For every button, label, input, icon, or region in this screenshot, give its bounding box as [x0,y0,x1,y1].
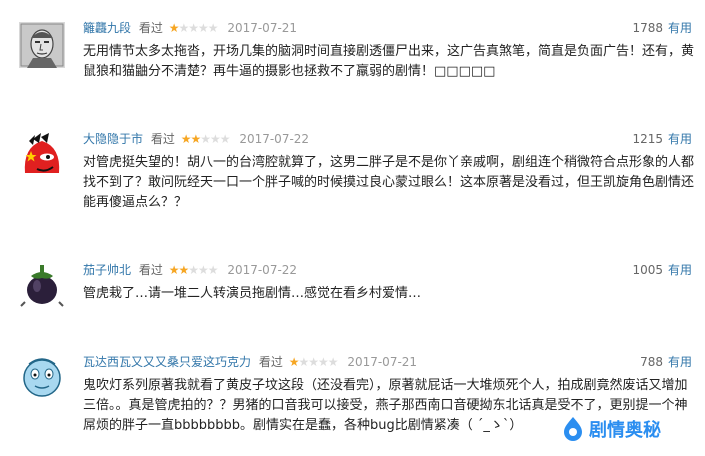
review-item: 籬龘九段 看过 ★★★★★ 2017-07-21 1788 有用 无用情节太多太拖… [0,20,705,106]
username-link[interactable]: 瓦达西瓦又又又桑只爱这巧克力 [83,355,251,369]
review-date: 2017-07-21 [347,355,418,369]
rating-stars: ★★★★★ [180,132,231,146]
review-text: 对管虎挺失望的！胡八一的台湾腔就算了，这男二胖子是不是你丫亲戚啊，剧组连个稍微符… [83,155,695,210]
username-link[interactable]: 大隐隐于市 [83,132,143,146]
votes-area: 1215 有用 [632,131,692,147]
useful-button[interactable]: 有用 [668,263,692,277]
avatar-eggplant-icon [19,262,65,308]
vote-count: 788 [640,355,663,369]
avatar[interactable] [19,262,65,308]
watched-label: 看过 [258,355,283,369]
watermark-logo-icon [564,417,582,441]
watermark: 剧情奥秘 [563,414,703,444]
avatar-cartoon-face-icon [19,354,65,400]
review-date: 2017-07-22 [227,263,298,277]
avatar[interactable] [19,22,65,68]
review-item: 茄子帅北 看过 ★★★★★ 2017-07-22 1005 有用 管虎栽了…请一堆… [0,262,705,332]
review-date: 2017-07-21 [227,21,298,35]
watermark-text: 剧情奥秘 [589,420,661,441]
watched-label: 看过 [138,263,163,277]
rating-stars: ★★★★★ [168,263,219,277]
votes-area: 788 有用 [640,354,692,370]
review-header: 籬龘九段 看过 ★★★★★ 2017-07-21 [83,20,297,36]
vote-count: 1005 [632,263,663,277]
votes-area: 1788 有用 [632,20,692,36]
review-text: 管虎栽了…请一堆二人转演员拖剧情…感觉在看乡村爱情… [83,286,422,301]
votes-area: 1005 有用 [632,262,692,278]
rating-stars: ★★★★★ [288,355,339,369]
avatar[interactable] [19,133,65,179]
username-link[interactable]: 茄子帅北 [83,263,131,277]
review-text: 无用情节太多太拖沓，开场几集的脑洞时间直接剧透僵尸出来，这广告真煞笔，简直是负面… [83,44,695,79]
review-item: 大隐隐于市 看过 ★★★★★ 2017-07-22 1215 有用 对管虎挺失望的… [0,131,705,241]
watched-label: 看过 [138,21,163,35]
review-header: 大隐隐于市 看过 ★★★★★ 2017-07-22 [83,131,309,147]
watched-label: 看过 [150,132,175,146]
avatar-sketch-face-icon [19,22,65,68]
avatar[interactable] [19,354,65,400]
vote-count: 1215 [632,132,663,146]
username-link[interactable]: 籬龘九段 [83,21,131,35]
avatar-flag-face-icon [19,133,65,179]
review-header: 瓦达西瓦又又又桑只爱这巧克力 看过 ★★★★★ 2017-07-21 [83,354,417,370]
useful-button[interactable]: 有用 [668,132,692,146]
vote-count: 1788 [632,21,663,35]
review-date: 2017-07-22 [239,132,310,146]
rating-stars: ★★★★★ [168,21,219,35]
useful-button[interactable]: 有用 [668,355,692,369]
review-header: 茄子帅北 看过 ★★★★★ 2017-07-22 [83,262,297,278]
useful-button[interactable]: 有用 [668,21,692,35]
